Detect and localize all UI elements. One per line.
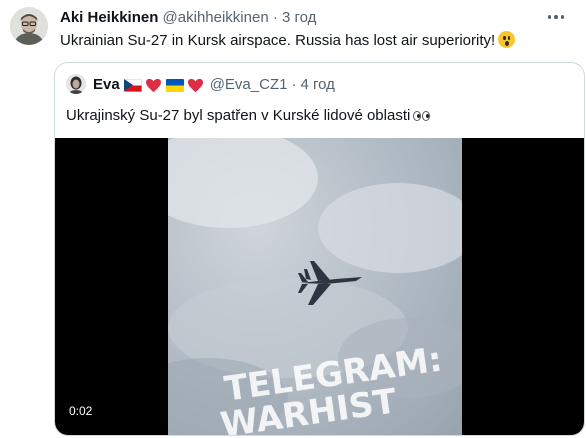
fighter-jet-icon (298, 261, 362, 305)
red-heart-icon (145, 78, 161, 92)
tweet-body: Ukrainian Su-27 in Kursk airspace. Russi… (60, 31, 566, 51)
tweet[interactable]: Aki Heikkinen @akihheikkinen · 3 год Ukr… (0, 0, 586, 438)
quoted-author-avatar[interactable] (66, 74, 86, 94)
video-duration: 0:02 (65, 403, 97, 419)
quoted-author-handle[interactable]: @Eva_CZ1 (210, 76, 288, 94)
author-handle[interactable]: @akihheikkinen (163, 9, 269, 26)
quoted-tweet-text: Ukrajinský Su-27 byl spatřen v Kurské li… (66, 107, 411, 124)
eyes-emoji-icon (413, 111, 431, 121)
separator-dot: · (272, 9, 278, 26)
video-frame[interactable]: TELEGRAM: WARHIST (168, 138, 462, 435)
tweet-timestamp[interactable]: 3 год (282, 9, 316, 26)
separator-dot: · (291, 76, 297, 93)
ukraine-flag-icon (165, 78, 184, 92)
more-options-icon[interactable] (544, 8, 568, 26)
tweet-text: Ukrainian Su-27 in Kursk airspace. Russi… (60, 32, 496, 49)
astonished-face-emoji-icon (498, 31, 516, 48)
quoted-tweet[interactable]: Eva @Eva_CZ1 · 4 год Ukrajinský Su-27 by… (54, 62, 585, 436)
czech-flag-icon (123, 78, 142, 92)
quoted-tweet-header: Eva @Eva_CZ1 · 4 год (93, 76, 335, 94)
quoted-tweet-body: Ukrajinský Su-27 byl spatřen v Kurské li… (66, 106, 431, 126)
quoted-tweet-timestamp[interactable]: 4 год (300, 76, 334, 94)
tweet-header: Aki Heikkinen @akihheikkinen · 3 год (60, 9, 546, 27)
red-heart-icon (187, 78, 203, 92)
video-player[interactable]: TELEGRAM: WARHIST 0:02 (55, 138, 584, 435)
author-name[interactable]: Aki Heikkinen (60, 9, 158, 26)
author-avatar[interactable] (10, 7, 48, 45)
quoted-author-name[interactable]: Eva (93, 76, 120, 94)
